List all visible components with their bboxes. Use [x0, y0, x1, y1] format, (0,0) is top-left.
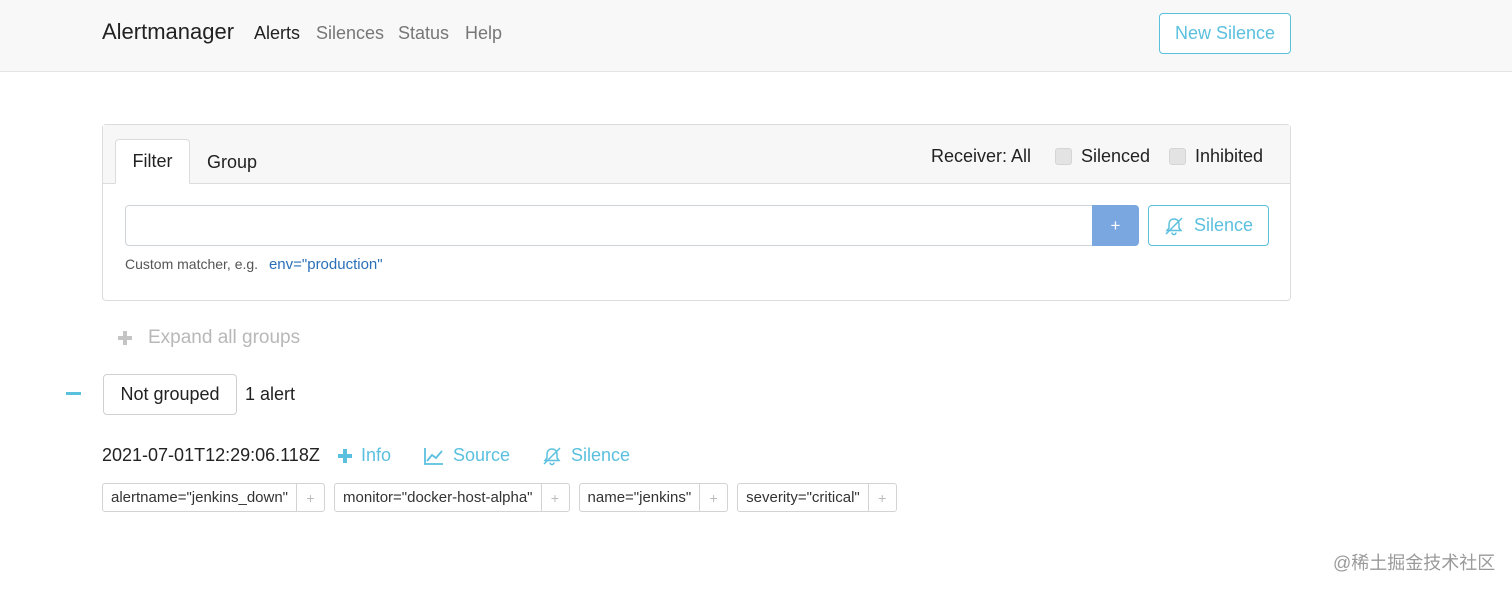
alert-info-label: Info — [361, 445, 392, 465]
silenced-checkbox[interactable] — [1055, 148, 1072, 165]
new-silence-button[interactable]: New Silence — [1159, 13, 1291, 54]
filter-input[interactable] — [125, 205, 1093, 246]
add-filter-label: + — [1110, 215, 1121, 235]
alert-info-button[interactable]: Info — [338, 445, 391, 466]
collapse-group-icon[interactable] — [66, 392, 81, 395]
brand-title[interactable]: Alertmanager — [102, 19, 234, 45]
silence-filter-label: Silence — [1193, 215, 1254, 235]
matcher-hint-text: Custom matcher, e.g. — [125, 256, 259, 272]
add-label-filter-button[interactable]: + — [867, 484, 896, 511]
expand-all-groups[interactable]: Expand all groups — [118, 327, 300, 349]
label-text[interactable]: severity="critical" — [738, 484, 868, 511]
silenced-toggle[interactable]: Silenced — [1055, 146, 1150, 167]
add-label-filter-button[interactable]: + — [540, 484, 569, 511]
label-text[interactable]: monitor="docker-host-alpha" — [335, 484, 541, 511]
filter-card: Filter Group Receiver: All Silenced Inhi… — [102, 124, 1291, 301]
add-label-filter-button[interactable]: + — [699, 484, 727, 511]
label-chip: alertname="jenkins_down" + — [102, 483, 326, 512]
group-name: Not grouped — [120, 384, 220, 404]
inhibited-toggle[interactable]: Inhibited — [1169, 146, 1263, 167]
plus-icon — [118, 331, 132, 345]
label-text[interactable]: alertname="jenkins_down" — [103, 484, 296, 511]
label-chip: severity="critical" + — [737, 483, 897, 512]
chart-line-icon — [424, 447, 443, 465]
new-silence-label: New Silence — [1174, 23, 1276, 43]
bell-slash-icon — [1165, 216, 1183, 235]
alert-count: 1 alert — [245, 384, 296, 404]
receiver-selector[interactable]: Receiver: All — [931, 146, 1031, 167]
label-chip: name="jenkins" + — [578, 483, 729, 512]
expand-all-label: Expand all groups — [148, 327, 301, 348]
nav-status[interactable]: Status — [398, 23, 449, 44]
nav-alerts[interactable]: Alerts — [254, 23, 300, 44]
tab-filter-label: Filter — [132, 151, 173, 171]
alert-silence-button[interactable]: Silence — [542, 445, 630, 466]
tab-filter[interactable]: Filter — [115, 139, 190, 184]
alert-source-link[interactable]: Source — [424, 445, 510, 466]
nav-silences[interactable]: Silences — [316, 23, 384, 44]
group-button[interactable]: Not grouped — [103, 374, 237, 415]
top-navbar: Alertmanager Alerts Silences Status Help… — [0, 0, 1512, 72]
nav-help[interactable]: Help — [465, 23, 502, 44]
bell-slash-icon — [543, 446, 561, 465]
tab-group[interactable]: Group — [207, 152, 257, 173]
filter-card-header: Filter Group Receiver: All Silenced Inhi… — [103, 125, 1290, 184]
plus-icon — [338, 448, 352, 463]
silence-filter-button[interactable]: Silence — [1148, 205, 1269, 246]
label-chip: monitor="docker-host-alpha" + — [334, 483, 570, 512]
alert-timestamp: 2021-07-01T12:29:06.118Z — [102, 445, 320, 465]
watermark: @稀土掘金技术社区 — [1333, 553, 1496, 573]
inhibited-checkbox[interactable] — [1169, 148, 1186, 165]
alert-silence-label: Silence — [571, 445, 631, 465]
label-text[interactable]: name="jenkins" — [580, 484, 700, 511]
add-label-filter-button[interactable]: + — [296, 484, 324, 511]
alert-source-label: Source — [453, 445, 511, 465]
add-filter-button[interactable]: + — [1092, 205, 1139, 246]
inhibited-label: Inhibited — [1195, 146, 1264, 166]
matcher-hint: Custom matcher, e.g. env="production" — [125, 256, 383, 273]
matcher-example-link[interactable]: env="production" — [269, 256, 383, 273]
alert-labels: alertname="jenkins_down" + monitor="dock… — [102, 483, 897, 512]
silenced-label: Silenced — [1081, 146, 1151, 166]
